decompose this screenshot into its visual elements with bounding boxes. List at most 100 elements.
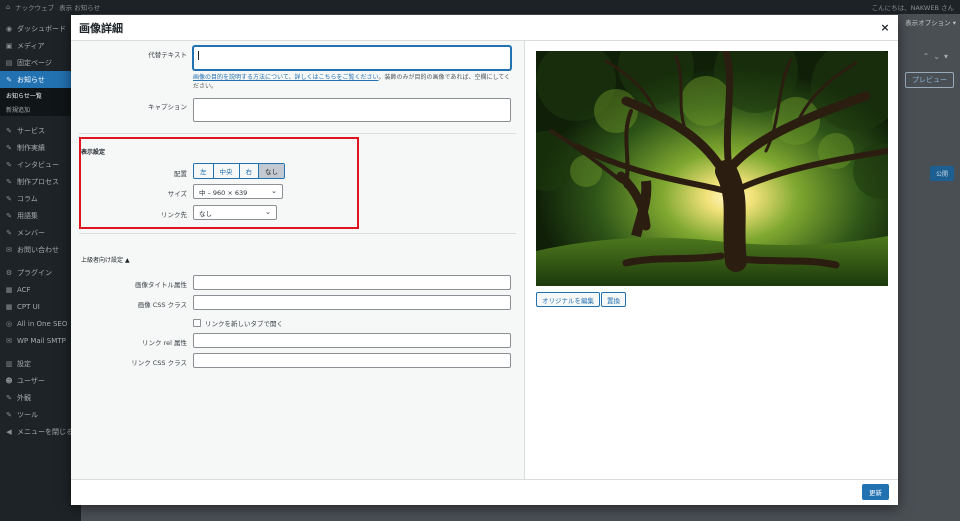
image-details-modal: 画像詳細 × 代替テキスト 画像の目的を説明する方法について、詳しくはこちらをご…	[71, 15, 898, 505]
sidebar-item[interactable]: ✉ WP Mail SMTP	[0, 332, 81, 349]
link-rel-input[interactable]	[193, 333, 511, 348]
admin-bar: ⌂ ナックウェブ 表示 お知らせ こんにちは、NAKWEB さん	[0, 0, 960, 14]
pin-icon: ✎	[6, 194, 12, 203]
sidebar-item-label: ダッシュボード	[17, 24, 66, 33]
sidebar-item[interactable]: ✎ お知らせ	[0, 71, 81, 88]
tools-icon: ✎	[6, 410, 12, 419]
align-center-button[interactable]: 中央	[213, 164, 240, 178]
sidebar-item[interactable]: ✎ 用語集	[0, 207, 81, 224]
sidebar-item[interactable]: ✎ サービス	[0, 122, 81, 139]
wp-logo-icon[interactable]: ⌂	[6, 3, 10, 11]
sidebar-item-label: インタビュー	[17, 160, 59, 169]
user-icon: ☻	[5, 376, 13, 385]
link-rel-label: リンク rel 属性	[142, 339, 187, 347]
sidebar-item-label: 外観	[17, 393, 31, 402]
grid-icon: ▦	[5, 302, 13, 311]
sidebar-item-label: All in One SEO	[17, 319, 68, 328]
sidebar-item[interactable]: ▦ ACF	[0, 281, 81, 298]
mail-icon: ✉	[6, 245, 12, 254]
sidebar-item-label: メディア	[17, 41, 45, 50]
sidebar-item-label: メンバー	[17, 228, 45, 237]
advanced-settings-toggle[interactable]: 上級者向け設定 ▲	[81, 255, 130, 264]
panel-arrows-icon[interactable]: ⌃⌄▾	[923, 52, 952, 61]
sidebar-item-label: プラグイン	[17, 268, 52, 277]
sidebar-item-label: WP Mail SMTP	[17, 336, 66, 345]
image-css-label: 画像 CSS クラス	[137, 301, 187, 309]
checkbox-icon[interactable]	[193, 319, 201, 327]
align-left-button[interactable]: 左	[194, 164, 214, 178]
sidebar-item[interactable]: ◀ メニューを閉じる	[0, 423, 81, 440]
alt-text-input[interactable]	[193, 46, 511, 70]
view-link[interactable]: 表示 お知らせ	[59, 2, 100, 12]
sidebar-item-label: お問い合わせ	[17, 245, 59, 254]
sidebar-item[interactable]: ◎ All in One SEO	[0, 315, 81, 332]
sidebar-item-label: コラム	[17, 194, 38, 203]
edit-original-button[interactable]: オリジナルを編集	[536, 292, 600, 307]
sidebar-item-label: 制作実績	[17, 143, 45, 152]
admin-sidebar: ◉ ダッシュボード ▣ メディア ▤ 固定ページ ✎ お知らせ お知らせ一覧 新規追加 ✎ サービ…	[0, 14, 81, 521]
image-title-input[interactable]	[193, 275, 511, 290]
caption-textarea[interactable]	[193, 98, 511, 122]
link-to-select[interactable]: なし ⌄	[193, 205, 277, 220]
align-segmented-control[interactable]: 左 中央 右 なし	[193, 163, 285, 179]
sidebar-item[interactable]: ◉ ダッシュボード	[0, 20, 81, 37]
sidebar-item[interactable]: ✎ 外観	[0, 389, 81, 406]
settings-panel: 代替テキスト 画像の目的を説明する方法について、詳しくはこちらをご覧ください。装…	[71, 41, 525, 479]
pin-icon: ✎	[6, 143, 12, 152]
preview-button[interactable]: プレビュー	[905, 72, 954, 88]
sidebar-subitem[interactable]: お知らせ一覧	[0, 88, 81, 102]
sidebar-item-label: 固定ページ	[17, 58, 52, 67]
sidebar-item[interactable]: ▥ 設定	[0, 355, 81, 372]
settings-icon: ▥	[5, 359, 13, 368]
sidebar-item[interactable]: ✎ ツール	[0, 406, 81, 423]
publish-button[interactable]: 公開	[929, 166, 954, 181]
modal-header: 画像詳細 ×	[71, 15, 898, 41]
sidebar-item[interactable]: ✎ メンバー	[0, 224, 81, 241]
image-css-input[interactable]	[193, 295, 511, 310]
pin-icon: ✎	[6, 211, 12, 220]
site-name[interactable]: ナックウェブ	[15, 2, 54, 12]
update-button[interactable]: 更新	[862, 484, 889, 500]
dashboard-icon: ◉	[5, 24, 13, 33]
sidebar-item[interactable]: ▦ CPT UI	[0, 298, 81, 315]
align-label: 配置	[174, 170, 187, 178]
size-select[interactable]: 中 – 960 × 639 ⌄	[193, 184, 283, 199]
sidebar-subitem[interactable]: 新規追加	[0, 102, 81, 116]
sidebar-item[interactable]: ▣ メディア	[0, 37, 81, 54]
sidebar-item-label: お知らせ	[17, 75, 45, 84]
screen-options[interactable]: 表示オプション ▾	[905, 17, 956, 27]
sidebar-item-label: 制作プロセス	[17, 177, 59, 186]
pin-icon: ✎	[6, 75, 12, 84]
chevron-down-icon: ⌄	[271, 187, 277, 195]
pin-icon: ✎	[6, 126, 12, 135]
sidebar-item[interactable]: ☻ ユーザー	[0, 372, 81, 389]
pin-icon: ✎	[6, 228, 12, 237]
close-icon[interactable]: ×	[872, 15, 898, 41]
open-new-tab-checkbox[interactable]: リンクを新しいタブで開く	[193, 318, 283, 328]
greeting[interactable]: こんにちは、NAKWEB さん	[872, 2, 954, 12]
sidebar-item[interactable]: ✎ 制作実績	[0, 139, 81, 156]
sidebar-item[interactable]: ✎ コラム	[0, 190, 81, 207]
replace-button[interactable]: 置換	[601, 292, 626, 307]
modal-title: 画像詳細	[79, 21, 123, 35]
sidebar-item[interactable]: ✉ お問い合わせ	[0, 241, 81, 258]
align-right-button[interactable]: 右	[239, 164, 259, 178]
align-none-button[interactable]: なし	[259, 164, 284, 178]
sidebar-item[interactable]: ✎ 制作プロセス	[0, 173, 81, 190]
appearance-icon: ✎	[6, 393, 12, 402]
display-settings-title: 表示設定	[81, 149, 106, 156]
pin-icon: ✎	[6, 160, 12, 169]
sidebar-item[interactable]: ⚙ プラグイン	[0, 264, 81, 281]
sidebar-item[interactable]: ✎ インタビュー	[0, 156, 81, 173]
size-label: サイズ	[167, 190, 187, 198]
link-css-input[interactable]	[193, 353, 511, 368]
sidebar-item-label: ユーザー	[17, 376, 45, 385]
tree-photo	[536, 51, 888, 286]
sidebar-item-label: サービス	[17, 126, 45, 135]
alt-help-link[interactable]: 画像の目的を説明する方法について、詳しくはこちらをご覧ください	[193, 74, 379, 81]
plugin-icon: ⚙	[5, 268, 13, 277]
sidebar-item-label: CPT UI	[17, 302, 40, 311]
sidebar-item-label: 設定	[17, 359, 31, 368]
sidebar-item[interactable]: ▤ 固定ページ	[0, 54, 81, 71]
chevron-down-icon: ⌄	[265, 208, 271, 216]
